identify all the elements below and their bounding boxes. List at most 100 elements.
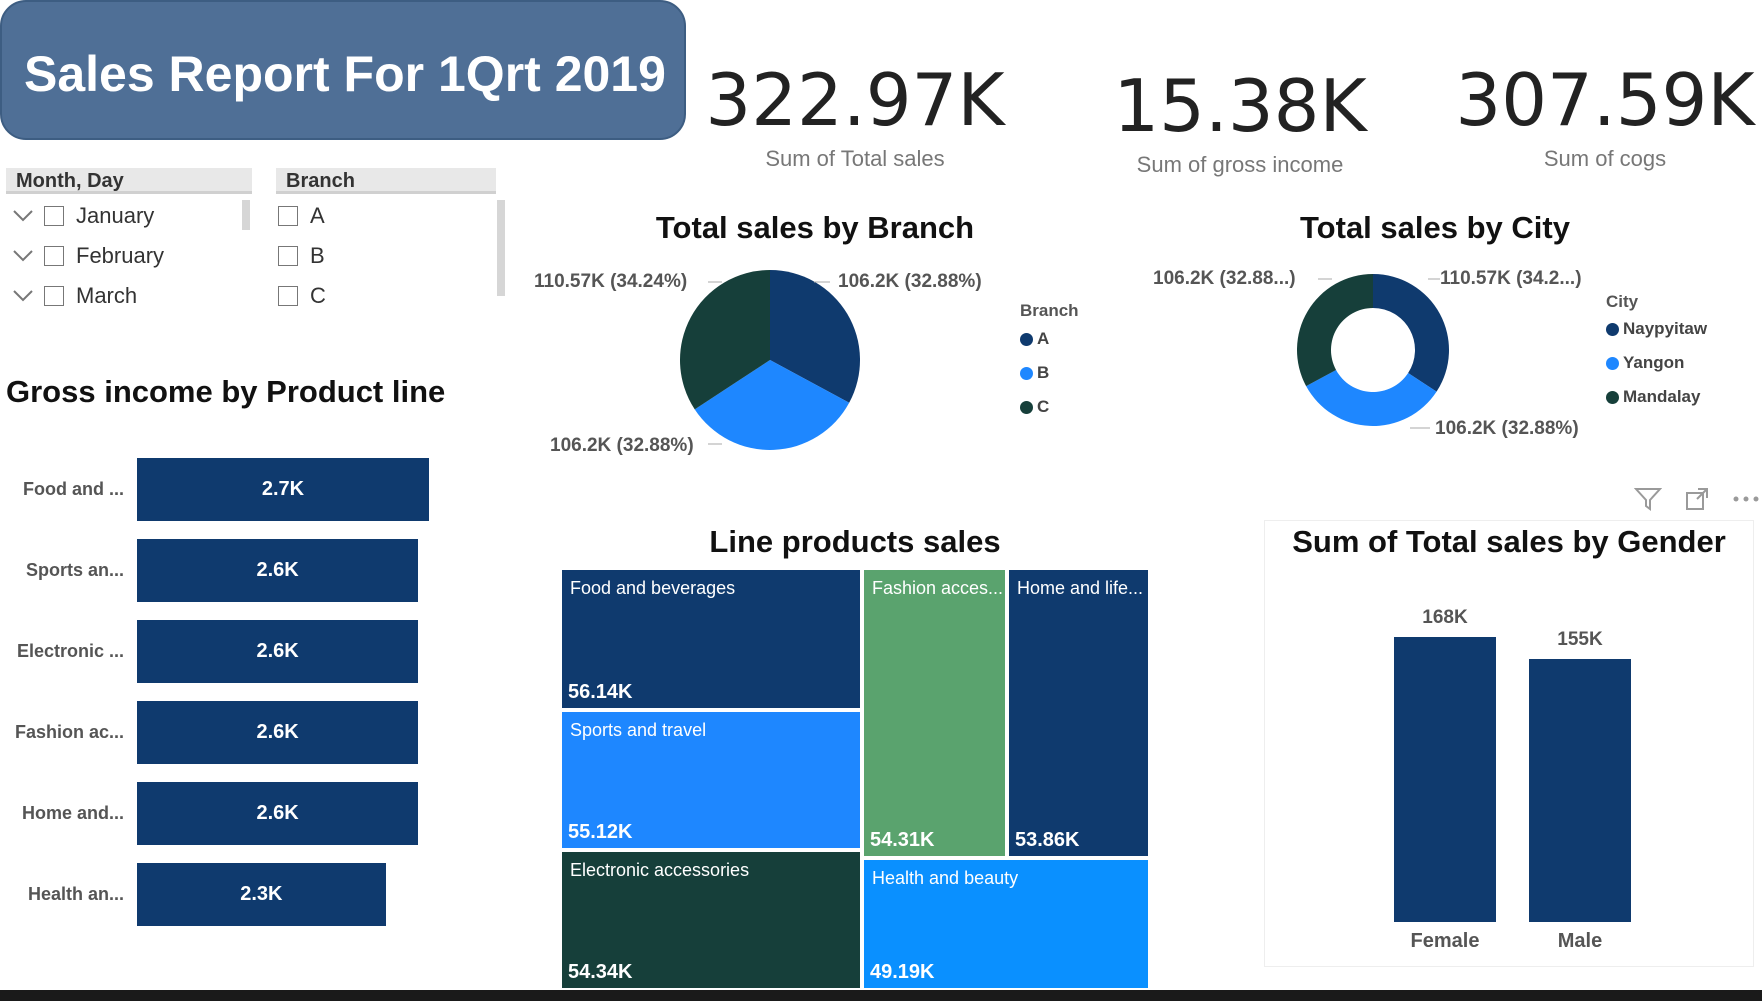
bar-category-label: Food and ... [23, 479, 124, 499]
bar[interactable]: 2.6K [137, 620, 419, 683]
legend-label: Yangon [1623, 353, 1685, 372]
legend-item-a[interactable]: A [1020, 322, 1049, 356]
legend-item-b[interactable]: B [1020, 356, 1049, 390]
treemap-tile-value: 49.19K [870, 961, 935, 983]
checkbox[interactable] [278, 246, 298, 266]
slicer-item-branch-a[interactable]: A [278, 196, 496, 236]
line-products-treemap[interactable]: Food and beverages 56.14K Sports and trave… [560, 568, 1150, 990]
gender-column-chart[interactable]: 168K Female 155K Male [1264, 600, 1754, 960]
slicer-item-branch-b[interactable]: B [278, 236, 496, 276]
branch-pie-label-a: 106.2K (32.88%) [838, 271, 982, 292]
treemap-tile-label: Home and life... [1017, 578, 1144, 598]
slicer-item-label: January [76, 203, 155, 228]
checkbox[interactable] [44, 246, 64, 266]
focus-mode-icon[interactable] [1684, 486, 1710, 512]
bar-category-label: Fashion ac... [14, 722, 124, 742]
month-slicer-header: Month, Day [6, 168, 252, 194]
legend-item-c[interactable]: C [1020, 390, 1049, 424]
slicer-item-label: C [310, 283, 326, 308]
branch-pie-leader-lines [708, 281, 830, 445]
bar-category-label: Home and... [21, 803, 124, 823]
treemap-tile-label: Sports and travel [570, 720, 707, 740]
kpi-total-sales-value: 322.97K [705, 58, 1005, 142]
bar[interactable]: 2.3K [137, 863, 386, 926]
treemap-tile-value: 53.86K [1015, 829, 1080, 851]
checkbox[interactable] [44, 206, 64, 226]
bar[interactable]: 2.7K [137, 458, 429, 521]
bar-category-label: Health an... [27, 884, 124, 904]
bar[interactable]: 2.6K [137, 782, 419, 845]
treemap-tile[interactable]: Food and beverages 56.14K [560, 568, 862, 710]
branch-slicer[interactable]: Branch A B C [276, 168, 496, 316]
city-legend[interactable]: Naypyitaw Yangon Mandalay [1606, 312, 1707, 414]
slicer-item-february[interactable]: February [12, 236, 252, 276]
branch-slicer-scrollbar[interactable] [497, 200, 505, 296]
slicer-item-january[interactable]: January [12, 196, 252, 236]
city-donut-label-naypyitaw: 110.57K (34.2...) [1440, 268, 1582, 289]
column-bar[interactable] [1394, 637, 1496, 922]
treemap-tile-value: 54.34K [568, 961, 633, 983]
treemap-tile[interactable]: Electronic accessories 54.34K [560, 850, 862, 990]
bar-category-label: Electronic ... [16, 641, 124, 661]
legend-dot [1606, 390, 1619, 404]
treemap-tile-value: 56.14K [568, 681, 633, 703]
bar-data-label: 2.6K [256, 802, 299, 824]
bar-data-label: 2.7K [261, 478, 305, 500]
column-bar[interactable] [1529, 659, 1631, 922]
kpi-gross-income-value: 15.38K [1113, 64, 1367, 148]
city-donut-label-yangon: 106.2K (32.88%) [1435, 418, 1579, 439]
legend-item-naypyitaw[interactable]: Naypyitaw [1606, 312, 1707, 346]
branch-slicer-header: Branch [276, 168, 496, 194]
city-donut-leader-lines [1318, 278, 1440, 429]
bar-data-label: 2.6K [256, 640, 299, 662]
kpi-cogs-value: 307.59K [1455, 58, 1755, 142]
treemap-tile[interactable]: Home and life... 53.86K [1007, 568, 1150, 858]
more-options-icon[interactable] [1732, 494, 1760, 504]
treemap-tile-label: Electronic accessories [570, 860, 750, 880]
treemap-tile[interactable]: Fashion acces... 54.31K [862, 568, 1007, 858]
branch-pie-label-c: 110.57K (34.24%) [534, 271, 688, 292]
treemap-tile[interactable]: Health and beauty 49.19K [862, 858, 1150, 990]
visual-header-toolbar [1634, 486, 1760, 512]
checkbox[interactable] [44, 286, 64, 306]
kpi-gross-income-label: Sum of gross income [1136, 152, 1344, 177]
branch-legend[interactable]: A B C [1020, 322, 1049, 424]
gross-income-chart-title: Gross income by Product line [6, 374, 446, 409]
bar[interactable]: 2.6K [137, 539, 419, 602]
column-category-label: Male [1557, 930, 1603, 952]
legend-dot [1606, 356, 1619, 370]
gross-income-bar-chart[interactable]: Food and ... 2.7K Sports an... 2.6K Electron… [6, 458, 486, 938]
legend-item-mandalay[interactable]: Mandalay [1606, 380, 1707, 414]
window-bottom-strip [0, 990, 1762, 1001]
chevron-down-icon[interactable] [12, 289, 34, 303]
month-slicer[interactable]: Month, Day January February March [6, 168, 252, 316]
bar-row: Sports an... 2.6K [6, 539, 419, 602]
report-title: Sales Report For 1Qrt 2019 [24, 46, 666, 102]
slicer-item-march[interactable]: March [12, 276, 252, 316]
legend-item-yangon[interactable]: Yangon [1606, 346, 1707, 380]
bar-data-label: 2.6K [256, 559, 299, 581]
bar-row: Home and... 2.6K [6, 782, 419, 845]
legend-dot [1020, 400, 1033, 414]
bar-row: Electronic ... 2.6K [6, 620, 419, 683]
chevron-down-icon[interactable] [12, 209, 34, 223]
legend-dot [1020, 366, 1033, 380]
slicer-item-branch-c[interactable]: C [278, 276, 496, 316]
chevron-down-icon[interactable] [12, 249, 34, 263]
treemap-tile-label: Fashion acces... [872, 578, 1004, 598]
checkbox[interactable] [278, 286, 298, 306]
treemap-tile-label: Health and beauty [872, 868, 1019, 888]
column-data-label: 155K [1557, 629, 1603, 651]
slicer-item-label: March [76, 283, 138, 308]
bar[interactable]: 2.6K [137, 701, 419, 764]
city-donut-title: Total sales by City [1300, 210, 1570, 245]
slicer-item-label: B [310, 243, 325, 268]
month-slicer-scrollbar[interactable] [242, 200, 250, 230]
filter-icon[interactable] [1634, 486, 1662, 512]
branch-legend-title: Branch [1020, 301, 1079, 320]
treemap-tile[interactable]: Sports and travel 55.12K [560, 710, 862, 850]
branch-pie-label-b: 106.2K (32.88%) [550, 435, 694, 456]
slicer-item-label: A [310, 203, 325, 228]
checkbox[interactable] [278, 206, 298, 226]
bar-category-label: Sports an... [25, 560, 124, 580]
